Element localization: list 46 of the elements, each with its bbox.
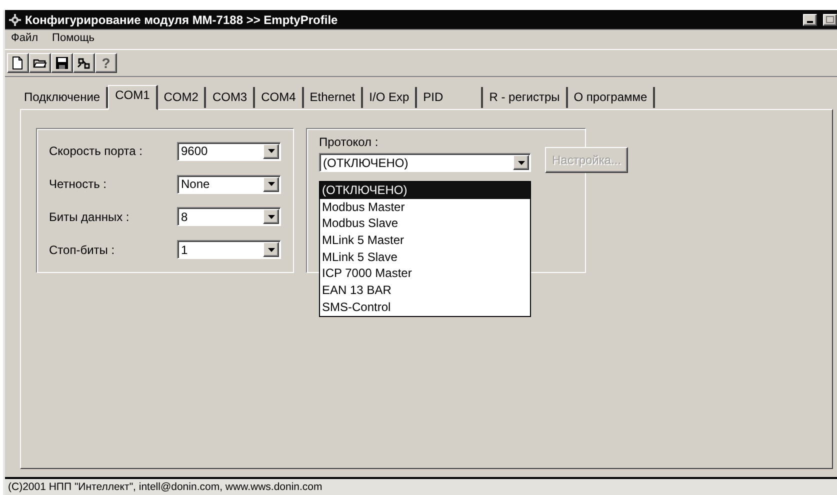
- dropdown-field[interactable]: None: [177, 174, 281, 194]
- help-button[interactable]: ?: [95, 53, 117, 73]
- caret-icon: [268, 248, 274, 252]
- tab[interactable]: COM1: [108, 85, 158, 110]
- dropdown-option[interactable]: EAN 13 BAR: [320, 282, 530, 299]
- dropdown-button[interactable]: [513, 155, 529, 170]
- connect-button[interactable]: [73, 53, 95, 73]
- field-label: Скорость порта :: [49, 144, 144, 158]
- save-button[interactable]: [51, 53, 73, 73]
- dropdown-value: None: [180, 177, 211, 192]
- dropdown-option[interactable]: Modbus Master: [320, 198, 530, 216]
- field-label: Протокол :: [319, 135, 380, 149]
- dropdown-value: 1: [180, 242, 189, 257]
- dropdown-field[interactable]: (ОТКЛЮЧЕНО): [319, 153, 531, 172]
- field-label: Биты данных :: [49, 210, 130, 224]
- dropdown-option[interactable]: MLink 5 Slave: [320, 248, 530, 266]
- dropdown-option[interactable]: MLink 5 Master: [320, 232, 530, 249]
- caret-icon: [268, 214, 274, 219]
- dropdown-field[interactable]: 1: [177, 240, 281, 260]
- menu-item[interactable]: Файл: [11, 32, 38, 46]
- dropdown-field[interactable]: 8: [177, 207, 281, 226]
- minimize-button[interactable]: [803, 14, 817, 26]
- menu-item[interactable]: Помощь: [52, 32, 95, 46]
- status-bar: (C)2001 НПП "Интеллект", intell@donin.com, www.wws.donin.com: [5, 477, 837, 495]
- maximize-icon: [826, 16, 834, 24]
- field-label: Четность :: [49, 177, 108, 192]
- dropdown-option[interactable]: (ОТКЛЮЧЕНО): [320, 182, 530, 199]
- caret-icon: [518, 160, 524, 164]
- dropdown-option[interactable]: ICP 7000 Master: [320, 265, 530, 282]
- dropdown-field[interactable]: 9600: [177, 142, 281, 161]
- open-button[interactable]: [29, 53, 51, 73]
- dropdown-button[interactable]: [263, 242, 279, 258]
- caret-icon: [268, 182, 274, 186]
- window-title: Конфигурирование модуля MM-7188 >> EmptyProfile: [25, 12, 339, 27]
- maximize-button[interactable]: [823, 14, 837, 26]
- dropdown-button[interactable]: [263, 209, 279, 224]
- dropdown-value: (ОТКЛЮЧЕНО): [322, 156, 410, 170]
- field-label: Стоп-биты :: [49, 242, 116, 257]
- caret-icon: [268, 149, 274, 154]
- new-button[interactable]: [7, 53, 29, 73]
- dropdown-value: 8: [180, 210, 189, 224]
- dropdown-value: 9600: [180, 144, 209, 158]
- dropdown-button[interactable]: [263, 176, 279, 192]
- dropdown-button[interactable]: [263, 144, 279, 159]
- dropdown-option[interactable]: Modbus Slave: [320, 215, 530, 232]
- dropdown-option[interactable]: SMS-Control: [320, 298, 530, 316]
